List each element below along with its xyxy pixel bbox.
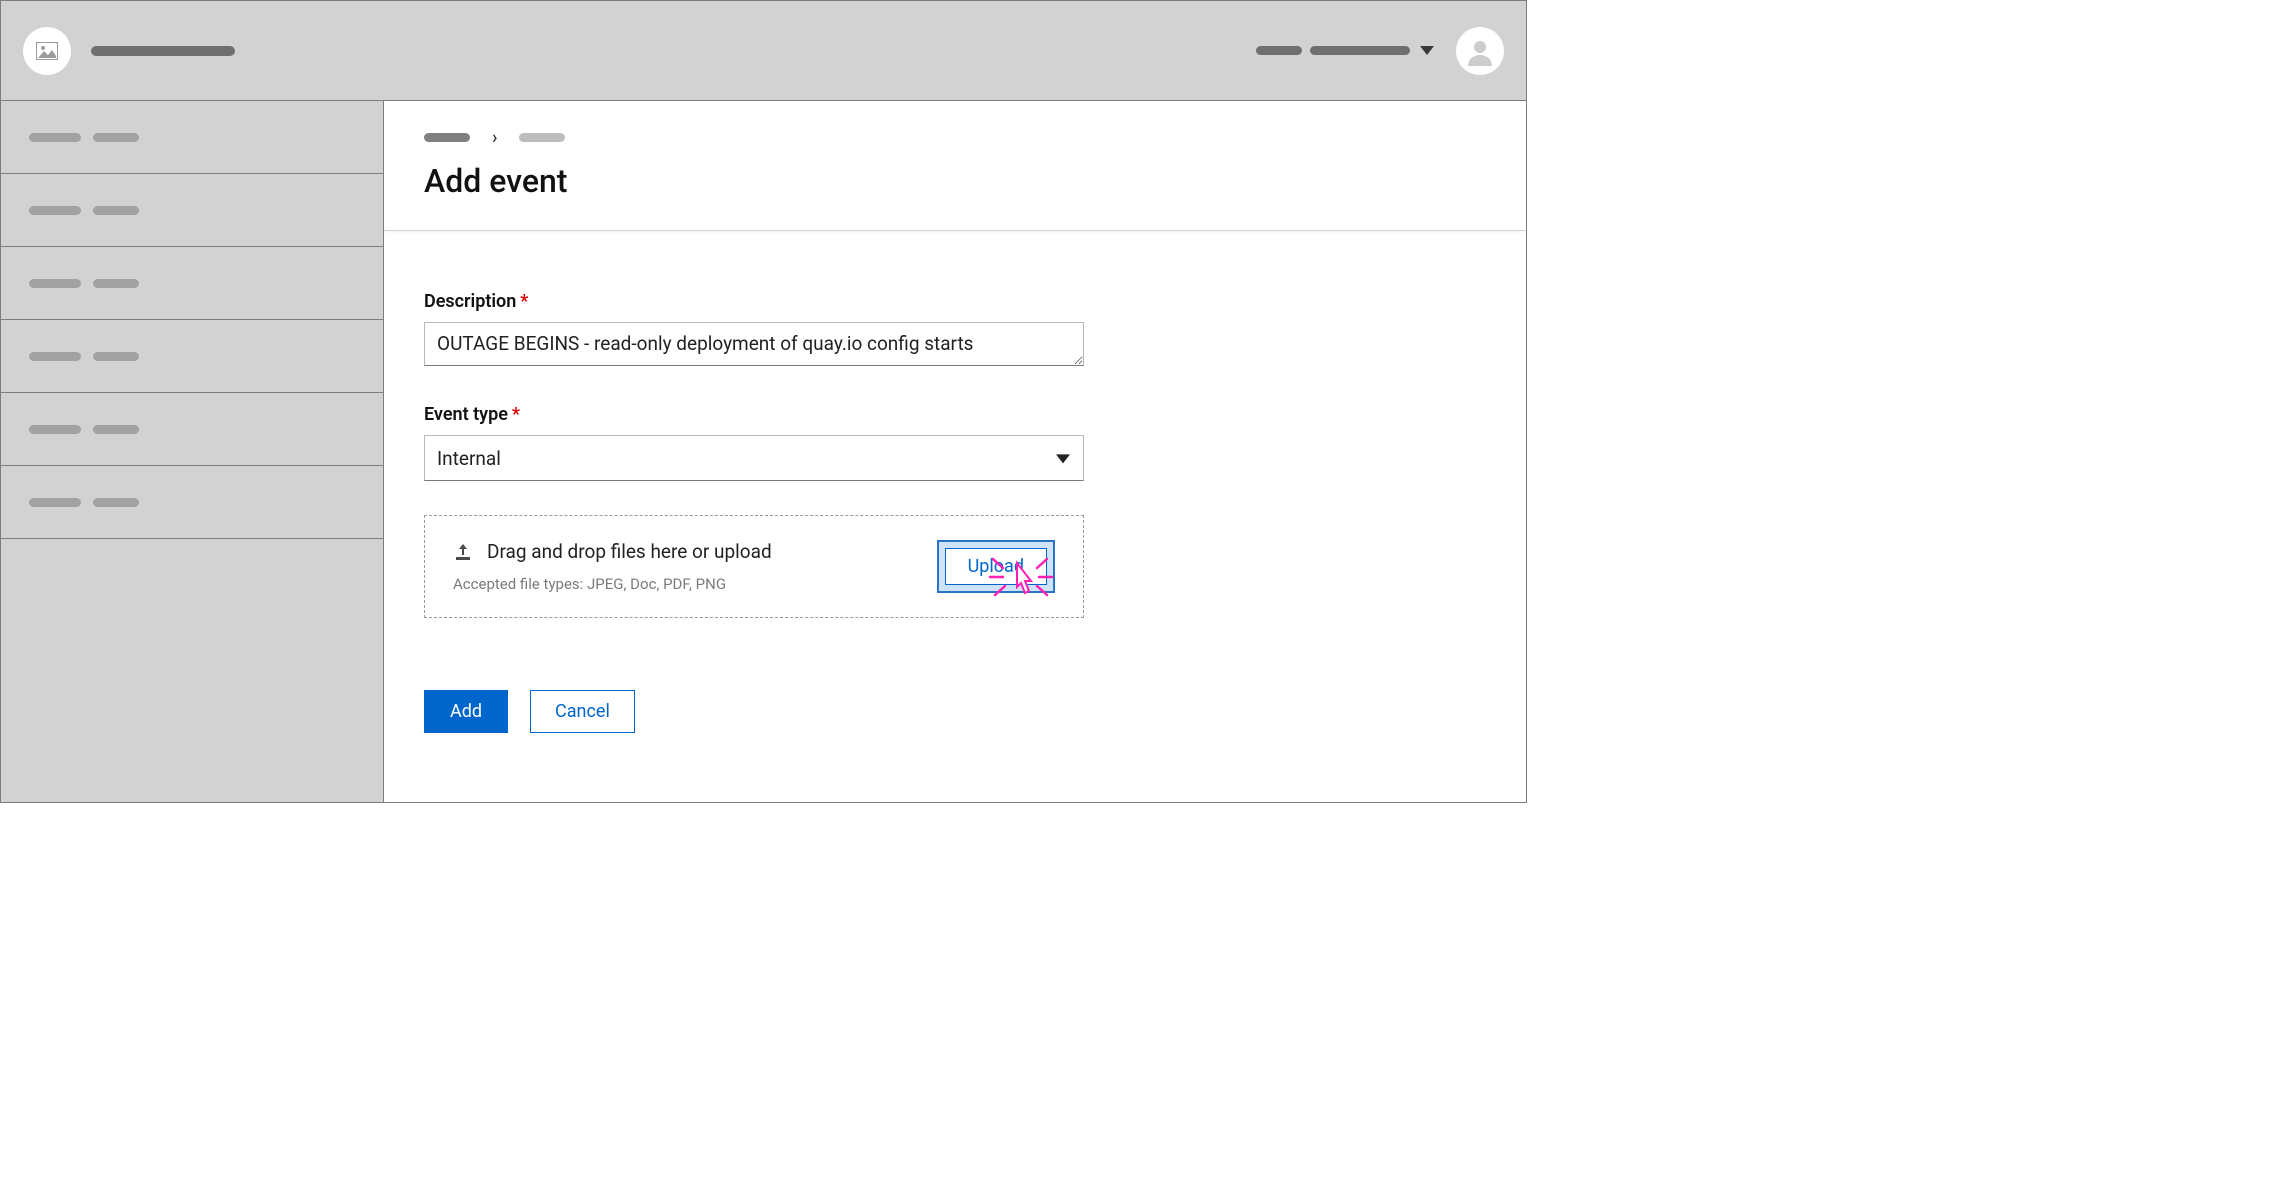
- upload-button[interactable]: Upload: [945, 548, 1047, 585]
- cancel-button[interactable]: Cancel: [530, 690, 635, 733]
- sidebar-item-placeholder: [93, 206, 139, 215]
- description-label-text: Description: [424, 291, 516, 312]
- sidebar-item-placeholder: [93, 498, 139, 507]
- sidebar-item-placeholder: [93, 425, 139, 434]
- breadcrumb-item: [519, 133, 565, 142]
- sidebar-item-placeholder: [29, 279, 81, 288]
- page-header: › Add event: [384, 101, 1526, 231]
- sidebar-item[interactable]: [1, 101, 383, 174]
- sidebar-item-placeholder: [93, 279, 139, 288]
- nav-placeholder-2: [1310, 46, 1410, 55]
- sidebar-item[interactable]: [1, 393, 383, 466]
- caret-down-icon: [1420, 46, 1434, 55]
- main-content: › Add event Description* Event type* Int…: [384, 101, 1526, 802]
- breadcrumb-item[interactable]: [424, 133, 470, 142]
- dropzone-text: Drag and drop files here or upload: [487, 540, 772, 563]
- breadcrumb: ›: [424, 127, 1486, 148]
- avatar[interactable]: [1456, 27, 1504, 75]
- sidebar-item[interactable]: [1, 174, 383, 247]
- description-input[interactable]: [424, 322, 1084, 366]
- top-bar-left: [23, 27, 235, 75]
- chevron-right-icon: ›: [492, 127, 497, 148]
- dropzone-hint: Accepted file types: JPEG, Doc, PDF, PNG: [453, 575, 919, 593]
- nav-placeholder-1: [1256, 46, 1302, 55]
- logo[interactable]: [23, 27, 71, 75]
- sidebar-item-placeholder: [29, 352, 81, 361]
- top-nav-dropdown[interactable]: [1256, 46, 1434, 55]
- sidebar-item-placeholder: [93, 352, 139, 361]
- body: › Add event Description* Event type* Int…: [1, 101, 1526, 802]
- event-type-label-text: Event type: [424, 404, 508, 425]
- sidebar-item-placeholder: [29, 425, 81, 434]
- sidebar-item-placeholder: [29, 206, 81, 215]
- user-icon: [1465, 36, 1495, 66]
- description-field: Description*: [424, 291, 1104, 370]
- sidebar-item[interactable]: [1, 247, 383, 320]
- page-title: Add event: [424, 162, 1486, 200]
- form-actions: Add Cancel: [424, 690, 1104, 733]
- upload-button-highlight: Upload: [937, 540, 1055, 593]
- file-dropzone[interactable]: Drag and drop files here or upload Accep…: [424, 515, 1084, 618]
- sidebar-item-placeholder: [29, 133, 81, 142]
- dropzone-row: Drag and drop files here or upload Accep…: [453, 540, 1055, 593]
- sidebar-item-placeholder: [29, 498, 81, 507]
- required-indicator: *: [520, 291, 528, 312]
- dropzone-main: Drag and drop files here or upload: [453, 540, 919, 563]
- image-icon: [36, 42, 58, 60]
- event-type-label: Event type*: [424, 404, 1104, 425]
- required-indicator: *: [512, 404, 520, 425]
- sidebar-item[interactable]: [1, 320, 383, 393]
- top-bar: [1, 1, 1526, 101]
- event-type-select-wrap: Internal: [424, 435, 1084, 481]
- event-type-field: Event type* Internal: [424, 404, 1104, 481]
- sidebar: [1, 101, 384, 802]
- form: Description* Event type* Internal: [384, 231, 1144, 773]
- dropzone-text-col: Drag and drop files here or upload Accep…: [453, 540, 919, 593]
- sidebar-item[interactable]: [1, 466, 383, 539]
- top-bar-right: [1256, 27, 1504, 75]
- app-title-placeholder: [91, 46, 235, 56]
- add-button[interactable]: Add: [424, 690, 508, 733]
- upload-icon: [453, 542, 473, 562]
- event-type-select[interactable]: Internal: [424, 435, 1084, 481]
- sidebar-item-placeholder: [93, 133, 139, 142]
- description-label: Description*: [424, 291, 1104, 312]
